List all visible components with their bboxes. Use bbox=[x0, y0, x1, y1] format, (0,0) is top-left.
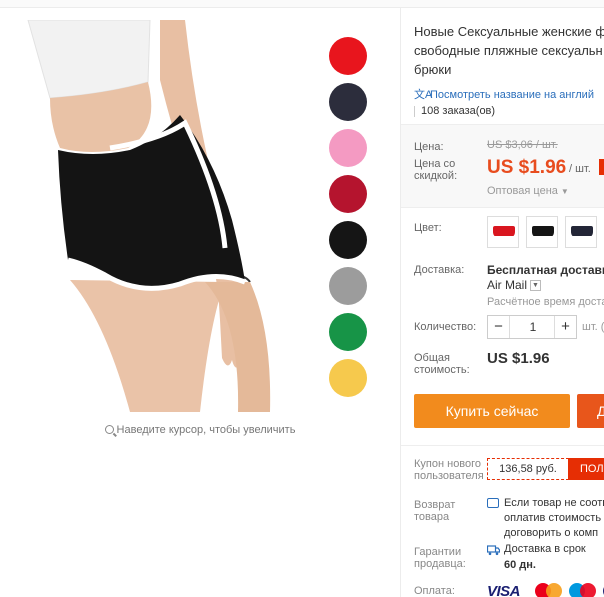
separator bbox=[414, 105, 415, 117]
coupon-label-1: Купон нового bbox=[414, 458, 482, 470]
promo-badge bbox=[599, 159, 604, 175]
color-swatch-gray[interactable] bbox=[329, 267, 367, 305]
color-label: Цвет: bbox=[414, 222, 442, 234]
top-border bbox=[0, 0, 604, 8]
price-label: Цена: bbox=[414, 141, 444, 153]
coupon-label-2: пользователя bbox=[414, 470, 484, 482]
chevron-down-icon: ▼ bbox=[560, 187, 569, 196]
product-gallery: Наведите курсор, чтобы увеличить bbox=[0, 8, 400, 438]
zoom-hint-text: Наведите курсор, чтобы увеличить bbox=[116, 424, 296, 436]
guarantee-label-2: продавца: bbox=[414, 558, 466, 570]
color-thumb-black[interactable] bbox=[526, 216, 558, 248]
translate-link-text: Посмотреть название на англий bbox=[430, 89, 594, 101]
shipping-method-select[interactable]: Air Mail ▼ bbox=[487, 278, 542, 292]
divider bbox=[401, 445, 604, 446]
quantity-increase-button[interactable]: + bbox=[554, 316, 576, 338]
quantity-stepper: − 1 + bbox=[487, 315, 577, 339]
return-label-2: товара bbox=[414, 511, 450, 523]
return-policy-icon bbox=[487, 498, 499, 508]
price-unit: / шт. bbox=[569, 163, 591, 175]
color-swatch-burgundy[interactable] bbox=[329, 175, 367, 213]
mastercard-logo-icon bbox=[535, 582, 563, 597]
discount-price: US $1.96 bbox=[487, 157, 567, 178]
thumb-trim bbox=[493, 236, 515, 238]
product-info-panel: Новые Сексуальные женские ф свободные пл… bbox=[400, 8, 604, 597]
color-swatch-black[interactable] bbox=[329, 221, 367, 259]
delivery-truck-icon bbox=[487, 545, 500, 556]
payment-label: Оплата: bbox=[414, 585, 455, 597]
quantity-input[interactable]: 1 bbox=[511, 316, 555, 338]
return-policy-line: договорить о комп bbox=[504, 527, 599, 539]
quantity-decrease-button[interactable]: − bbox=[488, 316, 510, 338]
translate-title-link[interactable]: 文AПосмотреть название на англий bbox=[414, 86, 594, 101]
wholesale-price-dropdown[interactable]: Оптовая цена ▼ bbox=[487, 185, 569, 197]
orders-text: 108 заказа(ов) bbox=[421, 105, 496, 117]
guarantee-label-1: Гарантии bbox=[414, 546, 462, 558]
guarantee-text: Доставка в срок bbox=[504, 543, 586, 555]
shipping-option: Бесплатная доставка в bbox=[487, 263, 604, 277]
shipping-label: Доставка: bbox=[414, 264, 465, 276]
buy-now-button[interactable]: Купить сейчас bbox=[414, 394, 570, 428]
price-box: Цена: US $3,06 / шт. Цена со скидкой: US… bbox=[401, 124, 604, 208]
color-thumb-navy[interactable] bbox=[565, 216, 597, 248]
coupon-code: 136,58 руб. bbox=[487, 458, 569, 480]
wholesale-label: Оптовая цена bbox=[487, 185, 558, 197]
shipping-estimate: Расчётное время доставк bbox=[487, 296, 604, 308]
return-policy-line: оплатив стоимость о bbox=[504, 512, 604, 524]
quantity-label: Количество: bbox=[414, 321, 477, 333]
add-to-cart-button[interactable]: Д bbox=[577, 394, 604, 428]
total-label-1: Общая bbox=[414, 352, 450, 364]
product-title-line: брюки bbox=[414, 62, 452, 77]
total-label-2: стоимость: bbox=[414, 364, 470, 376]
color-thumb-red[interactable] bbox=[487, 216, 519, 248]
orders-count: 108 заказа(ов) bbox=[414, 105, 495, 117]
product-photo-illustration bbox=[27, 20, 271, 412]
product-title: Новые Сексуальные женские ф свободные пл… bbox=[414, 22, 604, 79]
product-main-image[interactable] bbox=[10, 20, 310, 412]
total-price: US $1.96 bbox=[487, 350, 550, 367]
discount-price-label-1: Цена со bbox=[414, 158, 456, 170]
thumb-trim bbox=[571, 236, 593, 238]
discount-price-label-2: скидкой: bbox=[414, 170, 458, 182]
return-label-1: Возврат bbox=[414, 499, 456, 511]
color-swatch-pink[interactable] bbox=[329, 129, 367, 167]
shipping-method-text: Air Mail bbox=[487, 278, 528, 292]
color-swatch-red[interactable] bbox=[329, 37, 367, 75]
get-coupon-button[interactable]: ПОЛ bbox=[568, 458, 604, 480]
product-title-line: Новые Сексуальные женские ф bbox=[414, 24, 604, 39]
return-policy-text: Если товар не соотве оплатив стоимость о… bbox=[504, 496, 604, 541]
quantity-unit: шт. ( bbox=[582, 321, 604, 333]
color-swatch-yellow[interactable] bbox=[329, 359, 367, 397]
zoom-hint: Наведите курсор, чтобы увеличить bbox=[0, 424, 400, 436]
maestro-logo-icon bbox=[569, 582, 597, 597]
chevron-down-icon: ▼ bbox=[530, 280, 542, 292]
thumb-trim bbox=[532, 236, 554, 238]
return-policy-line: Если товар не соотве bbox=[504, 497, 604, 509]
old-price: US $3,06 / шт. bbox=[487, 139, 558, 151]
translate-icon: 文A bbox=[414, 89, 433, 101]
guarantee-days: 60 дн. bbox=[504, 559, 536, 571]
magnifier-icon bbox=[104, 425, 114, 434]
color-swatch-green[interactable] bbox=[329, 313, 367, 351]
product-title-line: свободные пляжные сексуальн bbox=[414, 43, 603, 58]
color-swatch-navy[interactable] bbox=[329, 83, 367, 121]
visa-logo-icon: VISA bbox=[487, 583, 521, 597]
